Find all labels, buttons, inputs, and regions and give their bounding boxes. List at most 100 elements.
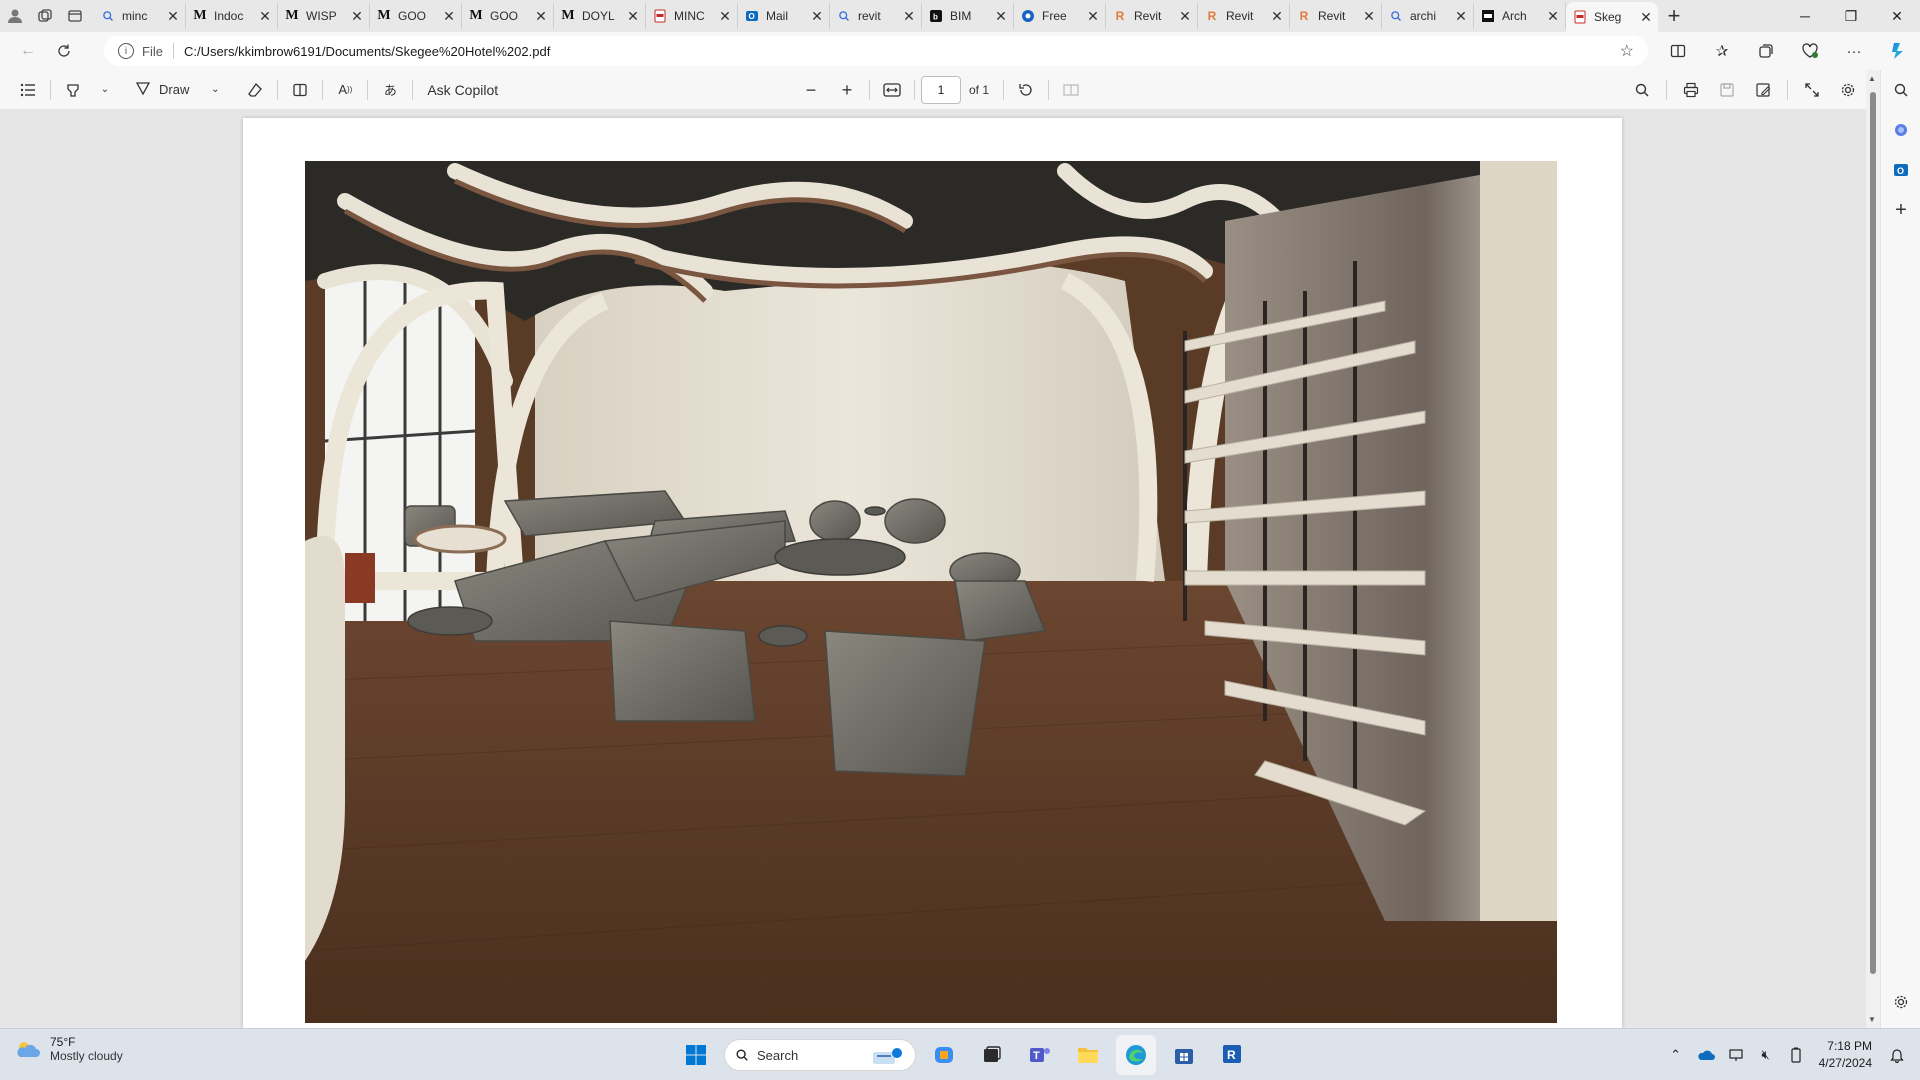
address-field[interactable]: i File C:/Users/kkimbrow6191/Documents/S…: [104, 36, 1648, 66]
refresh-button[interactable]: [46, 35, 82, 67]
erase-icon[interactable]: [239, 74, 271, 106]
file-explorer-icon[interactable]: [1068, 1035, 1108, 1075]
store-icon[interactable]: [1164, 1035, 1204, 1075]
scrollbar-thumb[interactable]: [1870, 92, 1876, 974]
collections-icon[interactable]: [1744, 35, 1788, 67]
network-icon[interactable]: [1721, 1035, 1751, 1075]
close-tab-icon[interactable]: ✕: [1363, 8, 1375, 25]
start-icon[interactable]: [676, 1035, 716, 1075]
tab-active[interactable]: Skeg ✕: [1566, 2, 1658, 32]
favorite-star-icon[interactable]: ☆: [1620, 41, 1634, 61]
draw-button[interactable]: Draw: [131, 74, 193, 106]
sidebar-search-icon[interactable]: [1881, 70, 1920, 110]
translate-icon[interactable]: あ: [374, 74, 406, 106]
minimize-button[interactable]: ─: [1782, 0, 1828, 32]
tab[interactable]: M GOO ✕: [462, 3, 554, 29]
close-tab-icon[interactable]: ✕: [443, 8, 455, 25]
highlight-dropdown-icon[interactable]: ⌄: [89, 74, 121, 106]
tab[interactable]: Arch ✕: [1474, 3, 1566, 29]
draw-dropdown-icon[interactable]: ⌄: [199, 74, 231, 106]
tab[interactable]: M WISP ✕: [278, 3, 370, 29]
favorites-icon[interactable]: ✰: [1700, 35, 1744, 67]
save-as-icon[interactable]: [1745, 74, 1781, 106]
workspaces-icon[interactable]: [30, 0, 60, 32]
task-view-icon[interactable]: [972, 1035, 1012, 1075]
tab[interactable]: b BIM ✕: [922, 3, 1014, 29]
volume-muted-icon[interactable]: 🔇︎: [1751, 1035, 1781, 1075]
sidebar-outlook-icon[interactable]: O: [1881, 150, 1920, 190]
copilot-icon[interactable]: [1876, 35, 1920, 67]
close-tab-icon[interactable]: ✕: [1640, 9, 1652, 26]
close-tab-icon[interactable]: ✕: [1271, 8, 1283, 25]
notifications-icon[interactable]: [1882, 1035, 1912, 1075]
close-tab-icon[interactable]: ✕: [1547, 8, 1559, 25]
show-hidden-icons-icon[interactable]: ⌃: [1661, 1035, 1691, 1075]
revit-app-icon[interactable]: R: [1212, 1035, 1252, 1075]
sidebar-add-icon[interactable]: +: [1881, 190, 1920, 230]
tab[interactable]: archi ✕: [1382, 3, 1474, 29]
close-tab-icon[interactable]: ✕: [995, 8, 1007, 25]
close-tab-icon[interactable]: ✕: [811, 8, 823, 25]
tab[interactable]: Free ✕: [1014, 3, 1106, 29]
close-tab-icon[interactable]: ✕: [627, 8, 639, 25]
sidebar-settings-icon[interactable]: [1881, 982, 1920, 1022]
edge-icon[interactable]: [1116, 1035, 1156, 1075]
save-icon[interactable]: [1709, 74, 1745, 106]
tab[interactable]: revit ✕: [830, 3, 922, 29]
tab[interactable]: M Indoc ✕: [186, 3, 278, 29]
close-tab-icon[interactable]: ✕: [1455, 8, 1467, 25]
ask-copilot-button[interactable]: Ask Copilot: [419, 74, 506, 106]
new-tab-button[interactable]: +: [1658, 2, 1690, 30]
tab[interactable]: R Revit ✕: [1290, 3, 1382, 29]
tab[interactable]: O Mail ✕: [738, 3, 830, 29]
browser-essentials-icon[interactable]: [1788, 35, 1832, 67]
url-text[interactable]: C:/Users/kkimbrow6191/Documents/Skegee%2…: [184, 44, 550, 59]
copilot-app-icon[interactable]: [924, 1035, 964, 1075]
close-window-button[interactable]: ✕: [1874, 0, 1920, 32]
clock[interactable]: 7:18 PM 4/27/2024: [1819, 1038, 1872, 1072]
rotate-icon[interactable]: [1010, 74, 1042, 106]
battery-icon[interactable]: [1781, 1035, 1811, 1075]
info-icon[interactable]: i: [118, 43, 134, 59]
settings-more-icon[interactable]: ···: [1832, 35, 1876, 67]
back-button[interactable]: ←: [10, 35, 46, 67]
restore-button[interactable]: ❐: [1828, 0, 1874, 32]
teams-icon[interactable]: T: [1020, 1035, 1060, 1075]
zoom-out-button[interactable]: −: [795, 74, 827, 106]
scroll-up-icon[interactable]: ▲: [1868, 74, 1876, 83]
taskbar-search[interactable]: Search: [724, 1039, 916, 1071]
close-tab-icon[interactable]: ✕: [167, 8, 179, 25]
close-tab-icon[interactable]: ✕: [1087, 8, 1099, 25]
highlight-icon[interactable]: [57, 74, 89, 106]
tab[interactable]: M DOYL ✕: [554, 3, 646, 29]
zoom-in-button[interactable]: +: [831, 74, 863, 106]
tab[interactable]: minc ✕: [94, 3, 186, 29]
close-tab-icon[interactable]: ✕: [351, 8, 363, 25]
close-tab-icon[interactable]: ✕: [535, 8, 547, 25]
read-aloud-icon[interactable]: A)): [329, 74, 361, 106]
tab-actions-icon[interactable]: [60, 0, 90, 32]
profile-icon[interactable]: [0, 0, 30, 32]
onedrive-icon[interactable]: [1691, 1035, 1721, 1075]
pdf-viewer[interactable]: [0, 110, 1866, 1028]
tab[interactable]: R Revit ✕: [1198, 3, 1290, 29]
find-icon[interactable]: [1624, 74, 1660, 106]
print-icon[interactable]: [1673, 74, 1709, 106]
pdf-settings-icon[interactable]: [1830, 74, 1866, 106]
page-view-icon[interactable]: [284, 74, 316, 106]
scroll-down-icon[interactable]: ▼: [1868, 1015, 1876, 1024]
page-number-input[interactable]: 1: [921, 76, 961, 104]
tab[interactable]: R Revit ✕: [1106, 3, 1198, 29]
two-page-icon[interactable]: [1055, 74, 1087, 106]
split-screen-icon[interactable]: [1656, 35, 1700, 67]
close-tab-icon[interactable]: ✕: [903, 8, 915, 25]
close-tab-icon[interactable]: ✕: [1179, 8, 1191, 25]
contents-icon[interactable]: [12, 74, 44, 106]
weather-widget[interactable]: 75°F Mostly cloudy: [14, 1035, 123, 1063]
vertical-scrollbar[interactable]: ▲ ▼: [1866, 70, 1880, 1028]
tab[interactable]: MINC ✕: [646, 3, 738, 29]
close-tab-icon[interactable]: ✕: [259, 8, 271, 25]
fit-to-width-icon[interactable]: [876, 74, 908, 106]
fullscreen-icon[interactable]: [1794, 74, 1830, 106]
tab[interactable]: M GOO ✕: [370, 3, 462, 29]
